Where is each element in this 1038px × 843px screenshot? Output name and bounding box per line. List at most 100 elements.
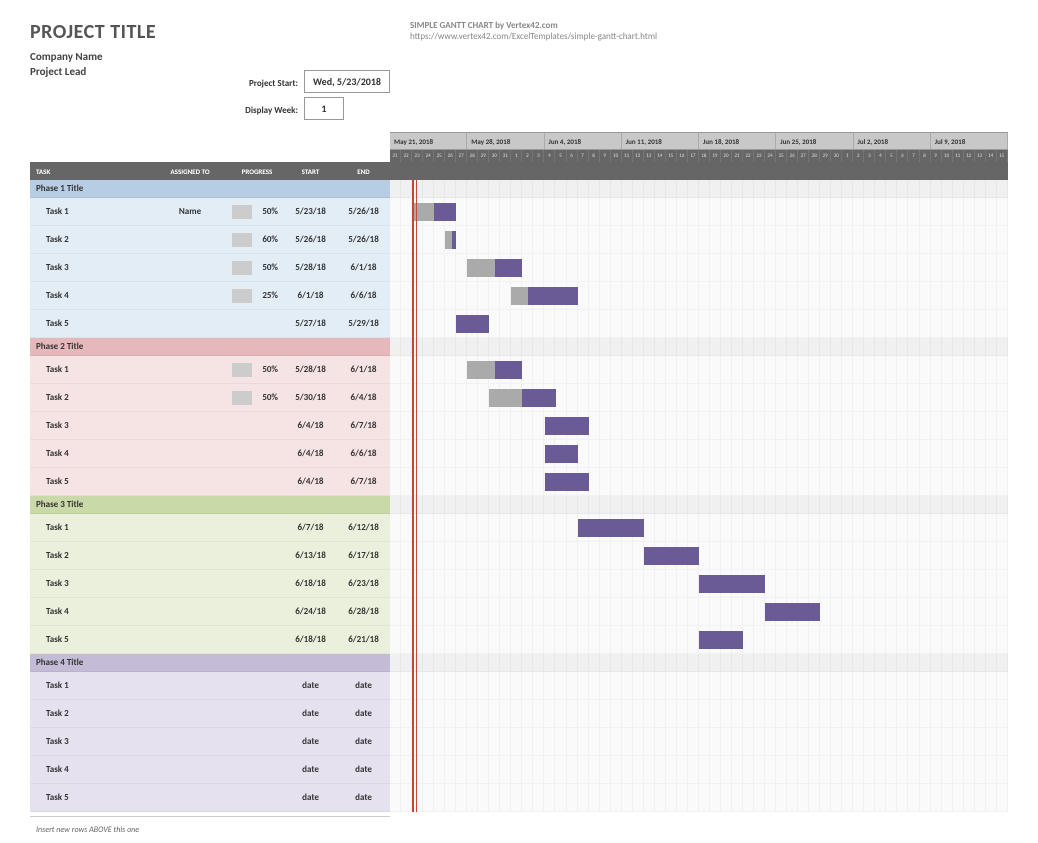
- task-end: 6/21/18: [337, 634, 390, 645]
- task-start: date: [284, 736, 337, 747]
- task-row[interactable]: Task 55/27/185/29/18: [30, 310, 390, 338]
- grid-task-row: [390, 542, 1008, 570]
- grid-phase-row: [390, 180, 1008, 198]
- task-row[interactable]: Task 425%6/1/186/6/18: [30, 282, 390, 310]
- task-end: 6/12/18: [337, 522, 390, 533]
- task-row[interactable]: Task 36/18/186/23/18: [30, 570, 390, 598]
- grid-task-row: [390, 468, 1008, 496]
- task-name: Task 2: [30, 392, 150, 403]
- day-label: 2: [522, 150, 533, 162]
- gantt-bar[interactable]: [467, 259, 522, 277]
- task-start: 6/4/18: [284, 448, 337, 459]
- day-label: 10: [611, 150, 622, 162]
- day-label: 3: [533, 150, 544, 162]
- gantt-bar-progress: [511, 287, 528, 305]
- task-progress: 50%: [230, 364, 284, 375]
- task-row[interactable]: Task 1Name50%5/23/185/26/18: [30, 198, 390, 226]
- task-name: Task 3: [30, 420, 150, 431]
- week-label: Jul 2, 2018: [854, 133, 931, 149]
- gantt-bar[interactable]: [765, 603, 820, 621]
- task-row[interactable]: Task 5datedate: [30, 784, 390, 812]
- task-row[interactable]: Task 56/18/186/21/18: [30, 626, 390, 654]
- gantt-bar[interactable]: [699, 575, 765, 593]
- display-week-input[interactable]: 1: [304, 97, 344, 120]
- task-row[interactable]: Task 26/13/186/17/18: [30, 542, 390, 570]
- day-label: 4: [544, 150, 555, 162]
- column-header-row: TASK ASSIGNED TO PROGRESS START END: [30, 162, 390, 180]
- task-progress: 25%: [230, 290, 284, 301]
- day-label: 6: [567, 150, 578, 162]
- day-label: 7: [578, 150, 589, 162]
- day-label: 9: [600, 150, 611, 162]
- gantt-bar-progress: [467, 361, 495, 379]
- task-end: 5/26/18: [337, 234, 390, 245]
- task-start: 6/4/18: [284, 420, 337, 431]
- task-row[interactable]: Task 46/4/186/6/18: [30, 440, 390, 468]
- phase-header: Phase 2 Title: [30, 338, 390, 356]
- task-row[interactable]: Task 260%5/26/185/26/18: [30, 226, 390, 254]
- week-label: Jun 4, 2018: [545, 133, 622, 149]
- grid-task-row: [390, 254, 1008, 282]
- gantt-bar[interactable]: [644, 547, 699, 565]
- gantt-bar[interactable]: [545, 417, 589, 435]
- task-row[interactable]: Task 2datedate: [30, 700, 390, 728]
- gantt-bar[interactable]: [699, 631, 743, 649]
- task-row[interactable]: Task 1datedate: [30, 672, 390, 700]
- gantt-bar[interactable]: [545, 473, 589, 491]
- timeline[interactable]: May 21, 2018May 28, 2018Jun 4, 2018Jun 1…: [390, 132, 1008, 843]
- task-row[interactable]: Task 3datedate: [30, 728, 390, 756]
- day-label: 22: [743, 150, 754, 162]
- day-label: 11: [953, 150, 964, 162]
- task-row[interactable]: Task 350%5/28/186/1/18: [30, 254, 390, 282]
- task-start: date: [284, 792, 337, 803]
- day-label: 26: [445, 150, 456, 162]
- grid-task-row: [390, 412, 1008, 440]
- gantt-bar[interactable]: [578, 519, 644, 537]
- grid-task-row: [390, 310, 1008, 338]
- day-label: 24: [765, 150, 776, 162]
- day-label: 18: [699, 150, 710, 162]
- gantt-bar[interactable]: [545, 445, 578, 463]
- week-label: May 28, 2018: [467, 133, 544, 149]
- grid-task-row: [390, 626, 1008, 654]
- task-row[interactable]: Task 46/24/186/28/18: [30, 598, 390, 626]
- task-row[interactable]: Task 150%5/28/186/1/18: [30, 356, 390, 384]
- task-row[interactable]: Task 4datedate: [30, 756, 390, 784]
- phase-header: Phase 4 Title: [30, 654, 390, 672]
- day-label: 31: [500, 150, 511, 162]
- task-end: 6/6/18: [337, 448, 390, 459]
- gantt-bar[interactable]: [445, 231, 456, 249]
- gantt-bar[interactable]: [412, 203, 456, 221]
- day-label: 1: [842, 150, 853, 162]
- day-label: 25: [434, 150, 445, 162]
- task-row[interactable]: Task 16/7/186/12/18: [30, 514, 390, 542]
- day-label: 23: [754, 150, 765, 162]
- day-label: 8: [920, 150, 931, 162]
- day-label: 27: [798, 150, 809, 162]
- task-row[interactable]: Task 250%5/30/186/4/18: [30, 384, 390, 412]
- today-marker-2: [416, 180, 417, 812]
- gantt-bar[interactable]: [467, 361, 522, 379]
- task-end: 6/23/18: [337, 578, 390, 589]
- week-header: May 21, 2018May 28, 2018Jun 4, 2018Jun 1…: [390, 132, 1008, 150]
- day-label: 1: [511, 150, 522, 162]
- gantt-bar[interactable]: [456, 315, 489, 333]
- task-name: Task 5: [30, 792, 150, 803]
- col-task: TASK: [30, 167, 150, 176]
- day-label: 26: [787, 150, 798, 162]
- gantt-bar-progress: [489, 389, 522, 407]
- task-row[interactable]: Task 56/4/186/7/18: [30, 468, 390, 496]
- day-label: 17: [688, 150, 699, 162]
- task-name: Task 5: [30, 634, 150, 645]
- task-end: 6/7/18: [337, 476, 390, 487]
- grid-task-row: [390, 570, 1008, 598]
- task-row[interactable]: Task 36/4/186/7/18: [30, 412, 390, 440]
- grid-task-row: [390, 700, 1008, 728]
- gantt-bar[interactable]: [489, 389, 555, 407]
- project-start-input[interactable]: Wed, 5/23/2018: [304, 70, 390, 93]
- task-progress: 50%: [230, 206, 284, 217]
- day-label: 16: [677, 150, 688, 162]
- gantt-bar[interactable]: [511, 287, 577, 305]
- task-start: 5/27/18: [284, 318, 337, 329]
- task-end: 6/6/18: [337, 290, 390, 301]
